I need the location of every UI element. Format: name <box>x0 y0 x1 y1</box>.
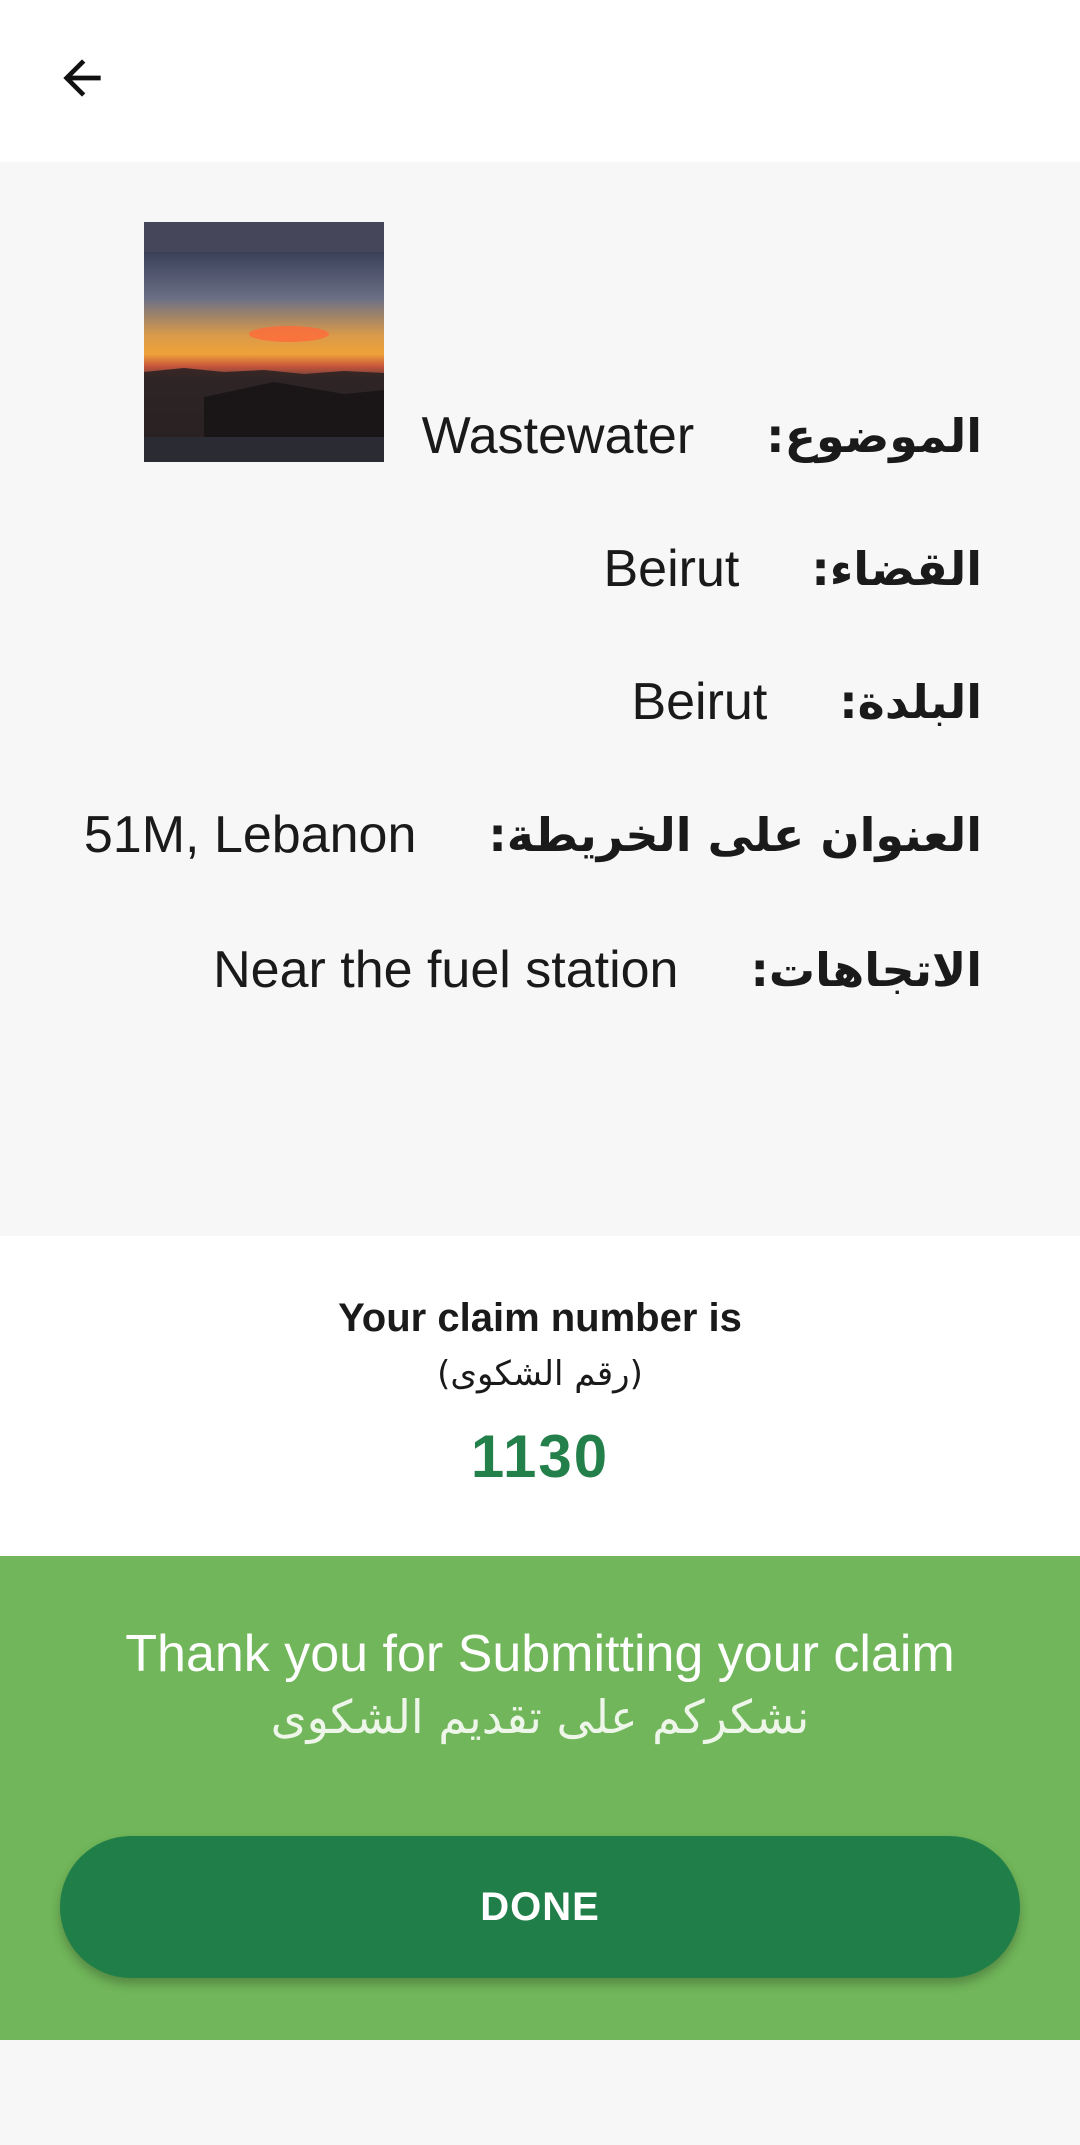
claim-number-section: Your claim number is (رقم الشكوى) 1130 <box>0 1236 1080 1556</box>
claim-subtitle: (رقم الشكوى) <box>437 1354 643 1394</box>
directions-value: Near the fuel station <box>213 941 679 999</box>
detail-row-town: البلدة: Beirut <box>40 662 982 742</box>
detail-row-address: العنوان على الخريطة: 51M, Lebanon <box>40 795 982 875</box>
address-label: العنوان على الخريطة: <box>488 808 982 862</box>
town-label: البلدة: <box>839 675 982 729</box>
claim-number: 1130 <box>470 1423 610 1490</box>
thank-you-english: Thank you for Submitting your claim <box>125 1625 955 1683</box>
claim-title: Your claim number is <box>338 1296 742 1340</box>
claim-details: الموضوع: Wastewater القضاء: Beirut البلد… <box>0 162 1080 1236</box>
address-value: 51M, Lebanon <box>83 806 417 864</box>
thank-you-banner: Thank you for Submitting your claim نشكر… <box>0 1556 1080 2040</box>
town-value: Beirut <box>631 673 768 731</box>
district-label: القضاء: <box>811 542 982 596</box>
subject-label: الموضوع: <box>766 409 982 463</box>
detail-row-district: القضاء: Beirut <box>40 529 982 609</box>
back-button[interactable] <box>42 38 122 118</box>
thank-you-arabic: نشكركم على تقديم الشكوى <box>270 1690 810 1744</box>
detail-row-directions: الاتجاهات: Near the fuel station <box>40 930 982 1010</box>
bottom-spacer <box>0 2040 1080 2145</box>
directions-label: الاتجاهات: <box>750 943 982 997</box>
detail-row-subject: الموضوع: Wastewater <box>40 396 982 476</box>
done-button[interactable]: DONE <box>60 1836 1020 1978</box>
subject-value: Wastewater <box>421 407 695 465</box>
app-bar <box>0 0 1080 162</box>
district-value: Beirut <box>603 540 740 598</box>
arrow-back-icon <box>63 59 101 97</box>
